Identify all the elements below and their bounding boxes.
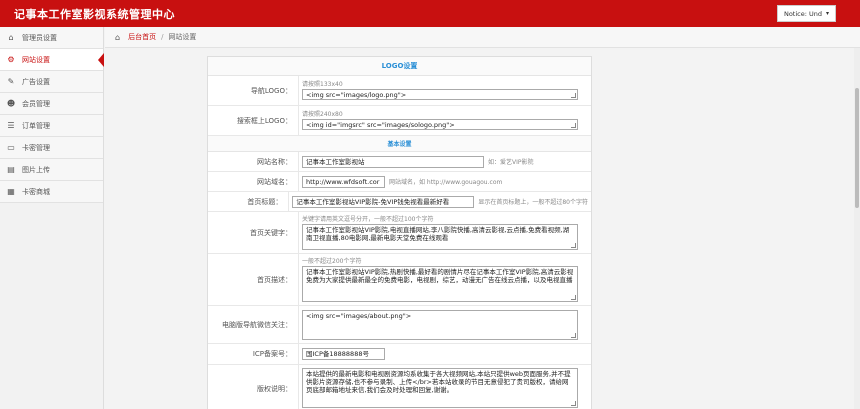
- icp-label: ICP备案号：: [208, 344, 299, 364]
- sidebar-item-card-shop[interactable]: ▦ 卡密商城: [0, 181, 103, 203]
- nav-logo-label: 导航LOGO：: [208, 76, 299, 105]
- home-desc-label: 首页描述：: [208, 254, 299, 305]
- sidebar-item-ad-settings[interactable]: ✎ 广告设置: [0, 71, 103, 93]
- home-desc-hint: 一般不超过200个字符: [302, 257, 362, 265]
- sidebar-item-label: 网站设置: [22, 55, 50, 64]
- home-title-input[interactable]: 记事本工作室影视站VIP影院-免VIP钱免视看最新好看: [292, 195, 475, 208]
- sidebar-item-label: 管理员设置: [22, 33, 57, 42]
- copyright-row: 版权说明： 本站提供的最新电影和电视剧资源均系收集于各大视频网站,本站只提供we…: [208, 365, 591, 409]
- sidebar-item-cards[interactable]: ▭ 卡密管理: [0, 137, 103, 159]
- home-icon: ⌂: [115, 32, 121, 42]
- sidebar-item-label: 会员管理: [22, 99, 50, 108]
- site-domain-row: 网站域名： http://www.wfdsoft.cor 网站域名，如 http…: [208, 172, 591, 192]
- scrollbar-thumb[interactable]: [855, 88, 859, 208]
- sidebar-item-image-upload[interactable]: ▤ 图片上传: [0, 159, 103, 181]
- wechat-row: 电脑版导航微信关注： <img src="images/about.png">: [208, 306, 591, 344]
- site-domain-hint: 网站域名，如 http://www.gouagou.com: [389, 179, 503, 186]
- search-logo-row: 搜索框上LOGO： 请按照240x80 <img id="imgsrc" src…: [208, 106, 591, 136]
- icp-row: ICP备案号： 国ICP备18888888号: [208, 344, 591, 365]
- search-logo-label: 搜索框上LOGO：: [208, 106, 299, 135]
- copyright-label: 版权说明：: [208, 365, 299, 409]
- basic-section-heading: 基本设置: [208, 136, 591, 152]
- nav-logo-textarea[interactable]: <img src="images/logo.png">: [302, 89, 578, 100]
- home-keywords-row: 首页关键字： 关键字请用英文逗号分开，一般不超过100个字符 记事本工作室影视站…: [208, 212, 591, 254]
- icp-input[interactable]: 国ICP备18888888号: [302, 348, 385, 360]
- sidebar-item-label: 卡密商城: [22, 187, 50, 196]
- home-keywords-label: 首页关键字：: [208, 212, 299, 253]
- sidebar-item-label: 图片上传: [22, 165, 50, 174]
- site-name-input[interactable]: 记事本工作室影视站: [302, 155, 484, 168]
- sidebar-item-site-settings[interactable]: ⚙ 网站设置: [0, 49, 104, 71]
- users-icon: ☻: [6, 99, 16, 108]
- site-name-hint: 如：爱艺VIP影院: [488, 159, 534, 166]
- logo-section-heading: LOGO设置: [208, 57, 591, 76]
- site-domain-label: 网站域名：: [208, 172, 299, 191]
- home-title-hint: 显示在首页标题上，一般不超过80个字符: [478, 199, 588, 206]
- image-upload-icon: ▤: [7, 165, 15, 174]
- pin-icon: ✎: [7, 77, 15, 86]
- user-menu-dropdown[interactable]: Notice: Und ▾: [776, 5, 836, 22]
- sidebar: ⌂ 管理员设置 ⚙ 网站设置 ✎ 广告设置 ☻ 会员管理 ☰ 订单管理 ▭ 卡密…: [0, 27, 104, 409]
- nav-logo-row: 导航LOGO： 请按照133x40 <img src="images/logo.…: [208, 76, 591, 106]
- sidebar-item-label: 广告设置: [22, 77, 50, 86]
- app-title: 记事本工作室影视系统管理中心: [14, 7, 175, 21]
- settings-form: LOGO设置 导航LOGO： 请按照133x40 <img src="image…: [207, 56, 592, 409]
- sidebar-item-admin-settings[interactable]: ⌂ 管理员设置: [0, 27, 103, 49]
- order-list-icon: ☰: [7, 121, 15, 130]
- card-icon: ▭: [7, 143, 15, 152]
- sidebar-item-orders[interactable]: ☰ 订单管理: [0, 115, 103, 137]
- home-title-label: 首页标题：: [208, 192, 290, 211]
- wechat-label: 电脑版导航微信关注：: [208, 306, 299, 343]
- gears-icon: ⚙: [7, 55, 15, 64]
- copyright-textarea[interactable]: 本站提供的最新电影和电视剧资源均系收集于各大视频网站,本站只提供web页面服务,…: [302, 368, 578, 408]
- breadcrumb: ⌂ 后台首页 / 网站设置: [105, 27, 860, 48]
- breadcrumb-home-link[interactable]: 后台首页: [128, 32, 156, 42]
- home-title-row: 首页标题： 记事本工作室影视站VIP影院-免VIP钱免视看最新好看 显示在首页标…: [208, 192, 591, 212]
- home-icon: ⌂: [8, 33, 14, 42]
- chevron-down-icon: ▾: [825, 10, 829, 17]
- breadcrumb-separator: /: [161, 33, 164, 41]
- top-bar: 记事本工作室影视系统管理中心 Notice: Und ▾: [0, 0, 860, 27]
- search-logo-textarea[interactable]: <img id="imgsrc" src="images/sologo.png"…: [302, 119, 578, 130]
- site-domain-input[interactable]: http://www.wfdsoft.cor: [302, 175, 385, 188]
- home-keywords-textarea[interactable]: 记事本工作室影视站VIP影院,电视直播网站,李八影院快播,高清云影视,云点播,免…: [302, 223, 578, 250]
- home-desc-textarea[interactable]: 记事本工作室影视站VIP影院,热剧快播,最好看的剧情片尽在记事本工作室VIP影院…: [302, 265, 578, 302]
- site-name-label: 网站名称：: [208, 152, 299, 171]
- site-name-row: 网站名称： 记事本工作室影视站 如：爱艺VIP影院: [208, 152, 591, 172]
- home-keywords-hint: 关键字请用英文逗号分开，一般不超过100个字符: [302, 215, 434, 223]
- sidebar-item-members[interactable]: ☻ 会员管理: [0, 93, 103, 115]
- sidebar-item-label: 订单管理: [22, 121, 50, 130]
- search-logo-hint: 请按照240x80: [302, 111, 343, 118]
- page-scrollbar[interactable]: [854, 48, 860, 409]
- wechat-textarea[interactable]: <img src="images/about.png">: [302, 309, 578, 340]
- nav-logo-hint: 请按照133x40: [302, 81, 343, 88]
- home-desc-row: 首页描述： 一般不超过200个字符 记事本工作室影视站VIP影院,热剧快播,最好…: [208, 254, 591, 306]
- shop-icon: ▦: [7, 187, 15, 196]
- user-menu-label: Notice: Und: [783, 9, 822, 18]
- sidebar-item-label: 卡密管理: [22, 143, 50, 152]
- breadcrumb-current: 网站设置: [168, 33, 197, 41]
